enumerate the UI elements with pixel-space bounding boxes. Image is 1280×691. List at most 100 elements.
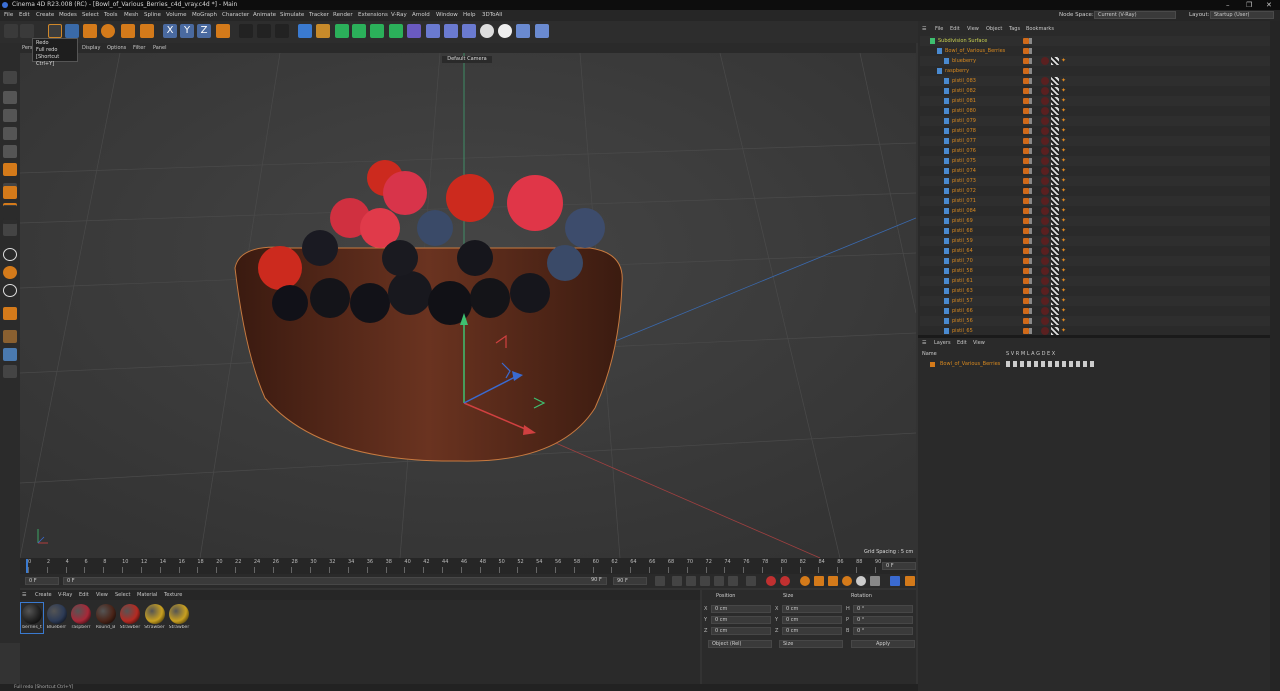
object-row[interactable]: pistil_59 ✦ bbox=[920, 236, 1275, 246]
menu-tracker[interactable]: Tracker bbox=[309, 10, 329, 21]
menu-volume[interactable]: Volume bbox=[166, 10, 186, 21]
uvw-tag-icon[interactable] bbox=[1051, 147, 1059, 155]
key-scale-icon[interactable] bbox=[828, 576, 838, 586]
material-swatch[interactable]: Strawber bbox=[168, 603, 190, 633]
object-menu-object[interactable]: Object bbox=[986, 24, 1002, 34]
apply-button[interactable]: Apply bbox=[851, 640, 915, 648]
material-tag-icon[interactable] bbox=[1041, 277, 1049, 285]
material-tag-icon[interactable] bbox=[1041, 117, 1049, 125]
uvw-tag-icon[interactable] bbox=[1051, 297, 1059, 305]
material-tag-icon[interactable] bbox=[1041, 77, 1049, 85]
material-tag-icon[interactable] bbox=[1041, 127, 1049, 135]
material-menu-view[interactable]: View bbox=[96, 590, 108, 600]
render-picture-viewer-icon[interactable] bbox=[257, 24, 271, 38]
phong-tag-icon[interactable]: ✦ bbox=[1061, 78, 1067, 84]
visibility-dots-icon[interactable] bbox=[1029, 208, 1032, 214]
material-menu-create[interactable]: Create bbox=[35, 590, 52, 600]
grid-icon[interactable] bbox=[3, 330, 17, 343]
visibility-dots-icon[interactable] bbox=[1029, 48, 1032, 54]
phong-tag-icon[interactable]: ✦ bbox=[1061, 58, 1067, 64]
render-settings-icon[interactable] bbox=[275, 24, 289, 38]
visibility-dots-icon[interactable] bbox=[1029, 278, 1032, 284]
goto-start-icon[interactable] bbox=[655, 576, 665, 586]
material-tag-icon[interactable] bbox=[1041, 107, 1049, 115]
phong-tag-icon[interactable]: ✦ bbox=[1061, 98, 1067, 104]
layer-flags[interactable] bbox=[1006, 361, 1096, 367]
phong-tag-icon[interactable]: ✦ bbox=[1061, 118, 1067, 124]
material-tag-icon[interactable] bbox=[1041, 207, 1049, 215]
viewport-menu-display[interactable]: Display bbox=[82, 43, 100, 53]
object-row[interactable]: pistil_64 ✦ bbox=[920, 246, 1275, 256]
uvw-tag-icon[interactable] bbox=[1051, 117, 1059, 125]
object-row[interactable]: pistil_080 ✦ bbox=[920, 106, 1275, 116]
timeline-ruler[interactable]: 0 2 4 6 8 10 12 14 16 18 20 22 24 26 28 30 32 34 36 38 40 42 4… bbox=[20, 558, 916, 574]
uvw-tag-icon[interactable] bbox=[1051, 317, 1059, 325]
visibility-dots-icon[interactable] bbox=[1029, 88, 1032, 94]
object-row[interactable]: pistil_66 ✦ bbox=[920, 306, 1275, 316]
mograph-icon[interactable] bbox=[389, 24, 403, 38]
goto-end-icon[interactable] bbox=[746, 576, 756, 586]
coordinate-system-icon[interactable] bbox=[216, 24, 230, 38]
material-tag-icon[interactable] bbox=[1041, 157, 1049, 165]
object-row[interactable]: Bowl_of_Various_Berries bbox=[920, 46, 1275, 56]
play-icon[interactable] bbox=[700, 576, 710, 586]
phong-tag-icon[interactable]: ✦ bbox=[1061, 218, 1067, 224]
phong-tag-icon[interactable]: ✦ bbox=[1061, 238, 1067, 244]
object-row[interactable]: pistil_073 ✦ bbox=[920, 176, 1275, 186]
visibility-dots-icon[interactable] bbox=[1029, 268, 1032, 274]
position-field[interactable]: 0 cm bbox=[711, 627, 771, 635]
visibility-dots-icon[interactable] bbox=[1029, 178, 1032, 184]
visibility-dots-icon[interactable] bbox=[1029, 318, 1032, 324]
size-field[interactable]: 0 cm bbox=[782, 616, 842, 624]
menu-select[interactable]: Select bbox=[82, 10, 99, 21]
menu-arnold[interactable]: Arnold bbox=[412, 10, 430, 21]
visibility-dots-icon[interactable] bbox=[1029, 188, 1032, 194]
object-row[interactable]: pistil_083 ✦ bbox=[920, 76, 1275, 86]
phong-tag-icon[interactable]: ✦ bbox=[1061, 148, 1067, 154]
deformer-icon[interactable] bbox=[407, 24, 421, 38]
uvw-tag-icon[interactable] bbox=[1051, 237, 1059, 245]
rotate-icon[interactable] bbox=[101, 24, 115, 38]
visibility-dots-icon[interactable] bbox=[1029, 328, 1032, 334]
material-tag-icon[interactable] bbox=[1041, 297, 1049, 305]
menu-spline[interactable]: Spline bbox=[144, 10, 161, 21]
phong-tag-icon[interactable]: ✦ bbox=[1061, 88, 1067, 94]
frame-range-slider[interactable]: 0 F bbox=[63, 577, 607, 585]
timeline-window-icon[interactable] bbox=[905, 576, 915, 586]
material-swatch[interactable]: Strawber bbox=[119, 603, 141, 633]
phong-tag-icon[interactable]: ✦ bbox=[1061, 248, 1067, 254]
menu-help[interactable]: Help bbox=[463, 10, 476, 21]
visibility-dots-icon[interactable] bbox=[1029, 108, 1032, 114]
z-axis-icon[interactable]: Z bbox=[197, 24, 211, 38]
position-field[interactable]: 0 cm bbox=[711, 616, 771, 624]
menu-modes[interactable]: Modes bbox=[59, 10, 77, 21]
size-field[interactable]: 0 cm bbox=[782, 627, 842, 635]
menu-extensions[interactable]: Extensions bbox=[358, 10, 388, 21]
visibility-dots-icon[interactable] bbox=[1029, 158, 1032, 164]
visibility-dots-icon[interactable] bbox=[1029, 38, 1032, 44]
uvw-tag-icon[interactable] bbox=[1051, 277, 1059, 285]
uvw-tag-icon[interactable] bbox=[1051, 307, 1059, 315]
object-row[interactable]: Subdivision Surface bbox=[920, 36, 1275, 46]
prev-frame-icon[interactable] bbox=[686, 576, 696, 586]
key-rotation-icon[interactable] bbox=[842, 576, 852, 586]
visibility-dots-icon[interactable] bbox=[1029, 148, 1032, 154]
object-menu-tags[interactable]: Tags bbox=[1009, 24, 1020, 34]
object-row[interactable]: pistil_63 ✦ bbox=[920, 286, 1275, 296]
material-tag-icon[interactable] bbox=[1041, 197, 1049, 205]
material-tag-icon[interactable] bbox=[1041, 187, 1049, 195]
material-menu-texture[interactable]: Texture bbox=[164, 590, 182, 600]
material-menu-edit[interactable]: Edit bbox=[79, 590, 89, 600]
layout-select[interactable]: Startup (User) bbox=[1210, 11, 1274, 19]
cloner-icon[interactable] bbox=[370, 24, 384, 38]
visibility-dots-icon[interactable] bbox=[1029, 68, 1032, 74]
material-swatch[interactable]: raspberr bbox=[70, 603, 92, 633]
object-row[interactable]: pistil_075 ✦ bbox=[920, 156, 1275, 166]
uvw-tag-icon[interactable] bbox=[1051, 187, 1059, 195]
phong-tag-icon[interactable]: ✦ bbox=[1061, 208, 1067, 214]
material-tag-icon[interactable] bbox=[1041, 307, 1049, 315]
paint-icon[interactable] bbox=[3, 284, 17, 297]
menu-mograph[interactable]: MoGraph bbox=[192, 10, 217, 21]
uvw-tag-icon[interactable] bbox=[1051, 257, 1059, 265]
material-swatch[interactable]: berries_t bbox=[20, 602, 44, 634]
